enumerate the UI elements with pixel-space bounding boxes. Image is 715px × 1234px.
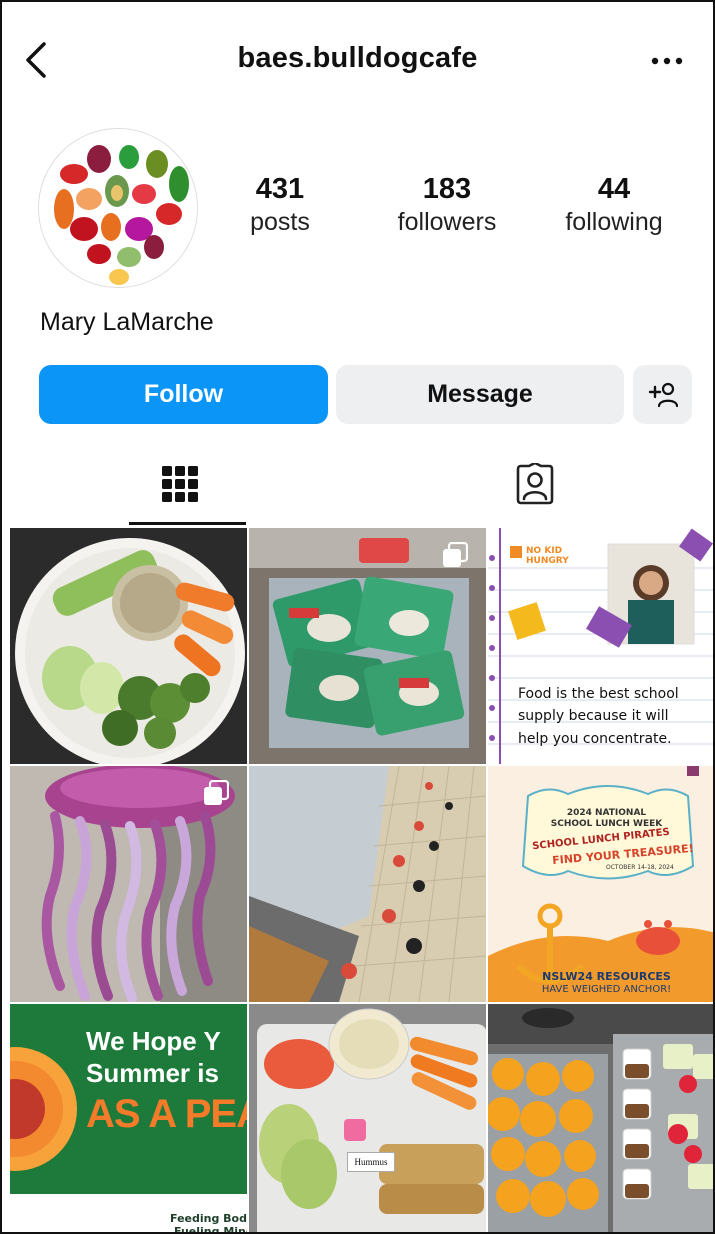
followers-label: followers (397, 208, 497, 236)
post-caption-line: Summer is (86, 1058, 219, 1088)
more-horizontal-icon (651, 57, 683, 65)
followers-count: 183 (422, 173, 472, 205)
post-caption-line: supply because it will (518, 708, 669, 724)
oranges-and-desserts-image (488, 1004, 713, 1232)
following-count: 44 (597, 173, 631, 205)
post-caption-line: We Hope Y (86, 1026, 221, 1056)
tab-posts-grid[interactable] (2, 442, 357, 525)
notebook-graphic-image (488, 528, 713, 764)
post-thumbnail[interactable] (488, 1004, 713, 1232)
following-stat[interactable]: 44 following (529, 172, 699, 238)
post-caption-line: HAVE WEIGHED ANCHOR! (541, 984, 672, 995)
post-caption-line: OCTOBER 14-18, 2024 (606, 864, 674, 871)
post-thumbnail[interactable]: Hummus (249, 1004, 486, 1232)
veggie-plate-image (10, 528, 247, 764)
post-thumbnail[interactable] (249, 528, 486, 764)
no-kid-hungry-logo: NO KID HUNGRY (526, 546, 569, 566)
post-thumbnail[interactable]: NO KID HUNGRY Food is the best school su… (488, 528, 713, 764)
post-caption-line: 2024 NATIONAL (566, 808, 647, 818)
post-caption-line: NSLW24 RESOURCES (542, 970, 671, 983)
message-button[interactable]: Message (336, 365, 624, 424)
follow-button[interactable]: Follow (39, 365, 328, 424)
tab-tagged[interactable] (357, 442, 712, 525)
hummus-label-card: Hummus (347, 1152, 395, 1172)
avatar[interactable] (38, 128, 198, 288)
profile-screen: baes.bulldogcafe 431 posts 183 followers… (0, 0, 715, 1234)
posts-label: posts (250, 208, 310, 236)
more-options-button[interactable] (649, 44, 685, 78)
tagged-person-icon (516, 462, 553, 504)
post-thumbnail[interactable]: We Hope Y Summer is AS A PEA Feeding Bod… (10, 1004, 247, 1234)
post-caption-line: help you concentrate. (518, 731, 672, 747)
post-caption-line: Food is the best school (518, 686, 679, 702)
followers-stat[interactable]: 183 followers (362, 172, 532, 238)
post-caption-line: SCHOOL LUNCH WEEK (550, 819, 663, 829)
top-bar: baes.bulldogcafe (2, 2, 713, 120)
post-thumbnail[interactable] (10, 766, 247, 1002)
posts-grid: NO KID HUNGRY Food is the best school su… (10, 528, 713, 1234)
profile-tabs (2, 442, 713, 527)
following-label: following (565, 208, 663, 236)
posts-stat: 431 posts (195, 172, 365, 238)
vegetables-avatar-image (39, 129, 197, 287)
paw-print-tiles-image (249, 766, 486, 1002)
multiple-photos-icon (204, 780, 229, 805)
post-caption-line: AS A PEA (86, 1092, 247, 1136)
grid-icon (161, 465, 198, 502)
add-person-icon (648, 382, 678, 407)
posts-count: 431 (255, 173, 305, 205)
post-caption-line: Fueling Mind (174, 1225, 247, 1234)
profile-username: baes.bulldogcafe (237, 42, 478, 74)
post-thumbnail[interactable]: 2024 NATIONAL SCHOOL LUNCH WEEK SCHOOL L… (488, 766, 713, 1002)
display-name: Mary LaMarche (40, 308, 214, 336)
post-thumbnail[interactable] (10, 528, 247, 764)
multiple-photos-icon (443, 542, 468, 567)
active-tab-indicator (129, 522, 246, 525)
post-caption-line: Feeding Bodie (170, 1212, 247, 1225)
school-lunch-pirates-graphic (488, 766, 713, 1002)
lunch-tray-image (249, 1004, 486, 1232)
suggested-accounts-button[interactable] (633, 365, 692, 424)
post-thumbnail[interactable] (249, 766, 486, 1002)
